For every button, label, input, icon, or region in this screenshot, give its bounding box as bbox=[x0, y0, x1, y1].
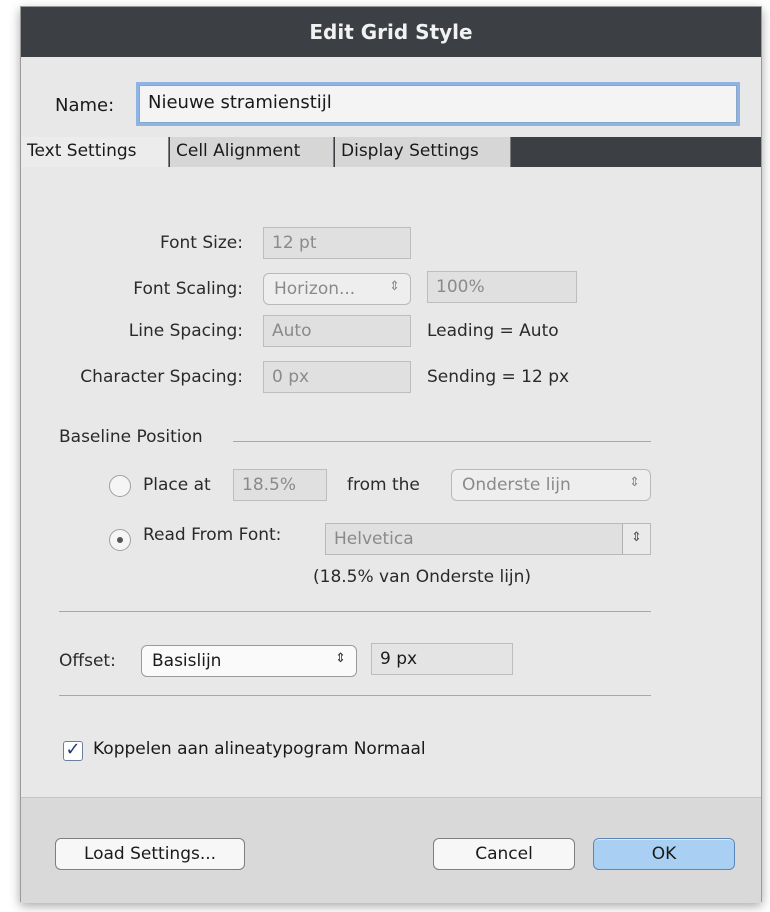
tab-bar: Text Settings Cell Alignment Display Set… bbox=[21, 137, 761, 167]
load-settings-button[interactable]: Load Settings... bbox=[55, 838, 245, 870]
section-divider bbox=[59, 611, 651, 612]
font-size-label: Font Size: bbox=[159, 233, 243, 253]
name-input[interactable]: Nieuwe stramienstijl bbox=[139, 85, 737, 123]
font-scaling-label: Font Scaling: bbox=[133, 279, 243, 299]
name-label: Name: bbox=[55, 95, 115, 116]
baseline-reference-popup[interactable]: Onderste lijn ⇕ bbox=[451, 469, 651, 501]
dialog-title: Edit Grid Style bbox=[309, 20, 473, 44]
offset-divider bbox=[59, 695, 651, 696]
font-scaling-popup[interactable]: Horizon... ⇕ bbox=[263, 273, 411, 305]
font-select-value: Helvetica bbox=[334, 529, 414, 549]
line-spacing-field[interactable]: Auto bbox=[263, 315, 411, 347]
character-spacing-field[interactable]: 0 px bbox=[263, 361, 411, 393]
character-spacing-label: Character Spacing: bbox=[80, 367, 243, 387]
updown-arrows-icon: ⇕ bbox=[629, 475, 640, 490]
tab-text-settings[interactable]: Text Settings bbox=[21, 137, 169, 167]
from-the-label: from the bbox=[347, 475, 420, 495]
ok-button[interactable]: OK bbox=[593, 838, 735, 870]
place-at-radio[interactable] bbox=[109, 475, 131, 497]
name-row: Name: Nieuwe stramienstijl bbox=[21, 85, 761, 129]
read-from-font-radio[interactable] bbox=[109, 529, 131, 551]
offset-label: Offset: bbox=[59, 651, 116, 671]
dialog-footer: Load Settings... Cancel OK bbox=[21, 797, 761, 903]
offset-field[interactable]: 9 px bbox=[371, 643, 513, 675]
baseline-position-heading: Baseline Position bbox=[59, 427, 203, 447]
baseline-divider bbox=[233, 441, 651, 442]
baseline-reference-value: Onderste lijn bbox=[462, 475, 571, 495]
place-at-label: Place at bbox=[143, 475, 211, 495]
link-paragraph-style-label: Koppelen aan alineatypogram Normaal bbox=[93, 739, 426, 759]
font-size-field[interactable]: 12 pt bbox=[263, 227, 411, 259]
font-scaling-field[interactable]: 100% bbox=[427, 271, 577, 303]
read-from-font-label: Read From Font: bbox=[143, 525, 282, 545]
cancel-button[interactable]: Cancel bbox=[433, 838, 575, 870]
font-select[interactable]: Helvetica ⇕ bbox=[325, 523, 651, 555]
offset-mode-value: Basislijn bbox=[152, 651, 222, 671]
line-spacing-label: Line Spacing: bbox=[128, 321, 243, 341]
offset-mode-popup[interactable]: Basislijn ⇕ bbox=[141, 645, 357, 677]
updown-arrows-icon: ⇕ bbox=[335, 651, 346, 666]
font-scaling-mode: Horizon... bbox=[274, 279, 356, 299]
place-at-field[interactable]: 18.5% bbox=[233, 469, 327, 501]
leading-note: Leading = Auto bbox=[427, 321, 559, 341]
updown-arrows-icon: ⇕ bbox=[389, 279, 400, 294]
sending-note: Sending = 12 px bbox=[427, 367, 570, 387]
edit-grid-style-dialog: Edit Grid Style Name: Nieuwe stramiensti… bbox=[20, 6, 762, 903]
baseline-note: (18.5% van Onderste lijn) bbox=[313, 567, 532, 587]
checkmark-icon: ✓ bbox=[65, 739, 81, 760]
tab-display-settings[interactable]: Display Settings bbox=[335, 137, 511, 167]
title-bar: Edit Grid Style bbox=[21, 7, 761, 57]
updown-arrows-icon: ⇕ bbox=[622, 524, 650, 554]
link-paragraph-style-checkbox[interactable]: ✓ bbox=[63, 741, 83, 761]
tab-cell-alignment[interactable]: Cell Alignment bbox=[170, 137, 334, 167]
